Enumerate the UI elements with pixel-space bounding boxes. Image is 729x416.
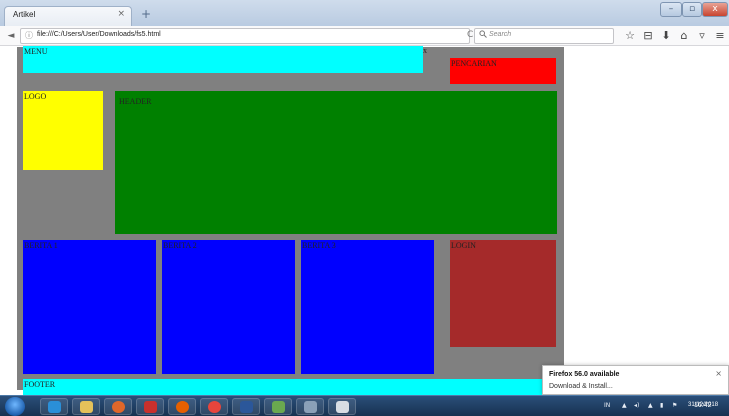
- signal-icon[interactable]: ▲: [648, 402, 653, 409]
- reload-icon[interactable]: C: [467, 30, 473, 40]
- pocket-icon[interactable]: ▿: [694, 28, 710, 44]
- media-player-icon[interactable]: [104, 398, 132, 415]
- berita-3-box: BERITA 3: [301, 240, 434, 374]
- minimize-button[interactable]: –: [660, 2, 682, 17]
- menu-box: MENU: [23, 46, 423, 73]
- home-icon[interactable]: ⌂: [676, 28, 692, 44]
- speaker-icon[interactable]: ◂): [634, 402, 639, 409]
- tab-strip: Artikel × + – ▫ x: [0, 0, 729, 26]
- new-tab-button[interactable]: +: [138, 8, 154, 22]
- url-text[interactable]: file:///C:/Users/User/Downloads/fs5.html: [37, 31, 161, 38]
- window-close-button[interactable]: x: [702, 2, 728, 17]
- taskbar: IN ▲ ◂) ▲ ▮ ⚑ 16:42 31/12/2018: [0, 395, 729, 416]
- back-icon[interactable]: ◄: [4, 29, 18, 43]
- ie-icon[interactable]: [40, 398, 68, 415]
- library-icon[interactable]: ⊟: [640, 28, 656, 44]
- maximize-button[interactable]: ▫: [682, 2, 702, 17]
- firefox-icon[interactable]: [168, 398, 196, 415]
- tab-artikel[interactable]: Artikel ×: [4, 6, 132, 26]
- download-install-link[interactable]: Download & Install...: [549, 383, 613, 390]
- download-icon[interactable]: ⬇: [658, 28, 674, 44]
- paint-icon[interactable]: [264, 398, 292, 415]
- menu-icon[interactable]: ≡: [712, 28, 728, 44]
- chevron-up-icon[interactable]: ▲: [622, 402, 627, 409]
- notification-title: Firefox 56.0 available: [549, 371, 620, 378]
- app-icon[interactable]: [136, 398, 164, 415]
- logo-box: LOGO: [23, 91, 103, 170]
- clock-date[interactable]: 31/12/2018: [688, 402, 718, 408]
- header-box: HEADER: [115, 91, 557, 234]
- login-box: LOGIN: [450, 240, 556, 347]
- address-bar[interactable]: ⓘ file:///C:/Users/User/Downloads/fs5.ht…: [20, 28, 473, 44]
- footer-box: FOOTER: [23, 379, 544, 395]
- start-button[interactable]: [5, 397, 25, 416]
- pencarian-box: PENCARIAN: [450, 58, 556, 84]
- explorer-icon[interactable]: [72, 398, 100, 415]
- app-icon[interactable]: [296, 398, 324, 415]
- folder-icon[interactable]: [328, 398, 356, 415]
- close-icon[interactable]: ×: [715, 369, 722, 378]
- close-icon[interactable]: ×: [117, 9, 125, 19]
- network-icon[interactable]: ▮: [660, 402, 663, 409]
- language-indicator[interactable]: IN: [604, 402, 610, 409]
- tab-title: Artikel: [13, 10, 36, 19]
- system-tray: IN ▲ ◂) ▲ ▮ ⚑ 16:42 31/12/2018: [596, 398, 729, 415]
- search-icon: [479, 30, 487, 40]
- menu-mark: x: [423, 46, 427, 55]
- search-input[interactable]: Search: [474, 28, 614, 44]
- navigation-bar: ◄ ⓘ file:///C:/Users/User/Downloads/fs5.…: [0, 26, 729, 46]
- search-placeholder: Search: [489, 31, 512, 38]
- info-icon[interactable]: ⓘ: [25, 30, 33, 41]
- word-icon[interactable]: [232, 398, 260, 415]
- berita-1-box: BERITA 1: [23, 240, 156, 374]
- bookmark-star-icon[interactable]: ☆: [622, 28, 638, 44]
- chrome-icon[interactable]: [200, 398, 228, 415]
- flag-icon[interactable]: ⚑: [672, 402, 677, 409]
- berita-2-box: BERITA 2: [162, 240, 295, 374]
- update-notification: Firefox 56.0 available Download & Instal…: [542, 365, 729, 395]
